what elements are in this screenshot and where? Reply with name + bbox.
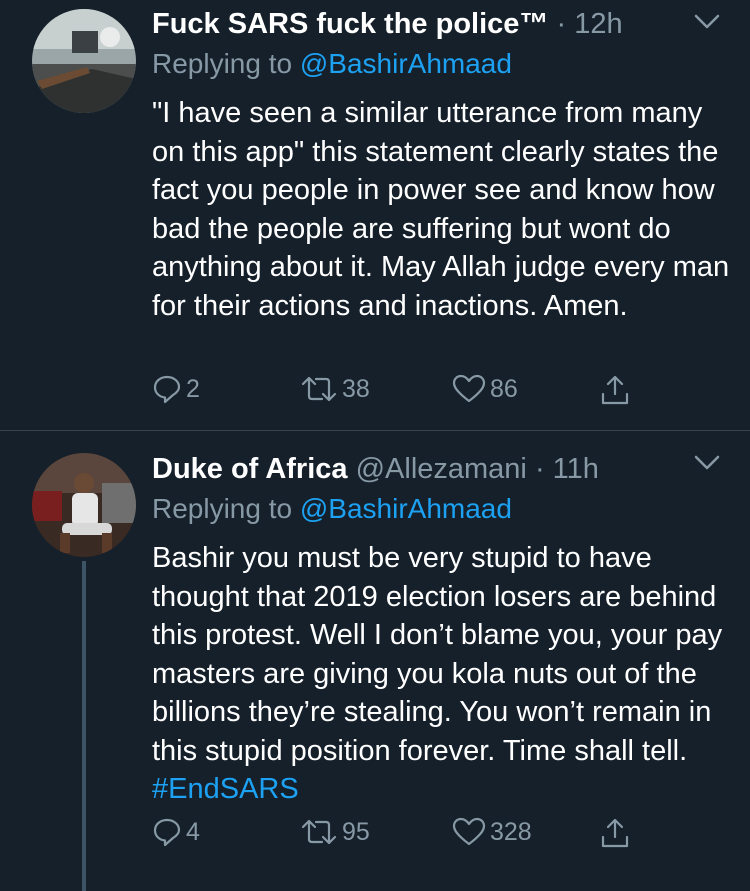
retweet-icon: [301, 819, 337, 845]
avatar[interactable]: [32, 453, 136, 557]
like-count: 86: [490, 374, 518, 403]
retweet-button[interactable]: 95: [300, 817, 370, 847]
mention-link[interactable]: @BashirAhmaad: [300, 493, 512, 524]
chevron-down-icon[interactable]: [694, 455, 720, 476]
tweet[interactable]: Duke of Africa @Allezamani · 11h Replyin…: [0, 431, 750, 891]
replying-prefix: Replying to: [152, 48, 300, 79]
share-button[interactable]: [600, 817, 630, 849]
replying-prefix: Replying to: [152, 493, 300, 524]
display-name[interactable]: Fuck SARS fuck the police™: [152, 8, 548, 40]
tweet-text-content: Bashir you must be very stupid to have t…: [152, 542, 723, 767]
retweet-count: 95: [342, 817, 370, 846]
thread-line: [82, 561, 86, 891]
reply-icon: [153, 375, 181, 404]
share-icon: [601, 818, 629, 848]
tweet[interactable]: Fuck SARS fuck the police™ · 12h Replyin…: [0, 0, 750, 430]
reply-button[interactable]: 2: [152, 374, 200, 404]
avatar[interactable]: [32, 9, 136, 113]
reply-count: 4: [186, 817, 200, 846]
tweet-actions: 2 38 86: [152, 374, 652, 408]
tweet-header: Fuck SARS fuck the police™ · 12h: [152, 6, 730, 42]
like-button[interactable]: 328: [452, 817, 532, 847]
separator-dot: ·: [556, 8, 567, 40]
chevron-down-icon[interactable]: [694, 14, 720, 35]
tweet-text-content: "I have seen a similar utterance from ma…: [152, 97, 730, 322]
share-button[interactable]: [600, 374, 630, 406]
display-name[interactable]: Duke of Africa: [152, 453, 348, 485]
retweet-icon: [301, 376, 337, 402]
hashtag-link[interactable]: #EndSARS: [152, 773, 299, 805]
timestamp[interactable]: 12h: [574, 8, 622, 40]
like-icon: [452, 374, 486, 403]
replying-to: Replying to @BashirAhmaad: [152, 491, 730, 527]
retweet-count: 38: [342, 374, 370, 403]
reply-count: 2: [186, 374, 200, 403]
replying-to: Replying to @BashirAhmaad: [152, 46, 730, 82]
like-button[interactable]: 86: [452, 374, 518, 404]
reply-button[interactable]: 4: [152, 817, 200, 847]
timestamp[interactable]: 11h: [553, 453, 599, 485]
tweet-header: Duke of Africa @Allezamani · 11h: [152, 451, 730, 487]
like-icon: [452, 817, 486, 846]
tweet-text: Bashir you must be very stupid to have t…: [152, 539, 730, 809]
reply-icon: [153, 818, 181, 847]
separator-dot: ·: [534, 453, 545, 485]
handle[interactable]: @Allezamani: [356, 453, 527, 485]
like-count: 328: [490, 817, 532, 846]
share-icon: [601, 375, 629, 405]
tweet-text: "I have seen a similar utterance from ma…: [152, 94, 730, 325]
mention-link[interactable]: @BashirAhmaad: [300, 48, 512, 79]
retweet-button[interactable]: 38: [300, 374, 370, 404]
tweet-actions: 4 95 328: [152, 817, 652, 851]
